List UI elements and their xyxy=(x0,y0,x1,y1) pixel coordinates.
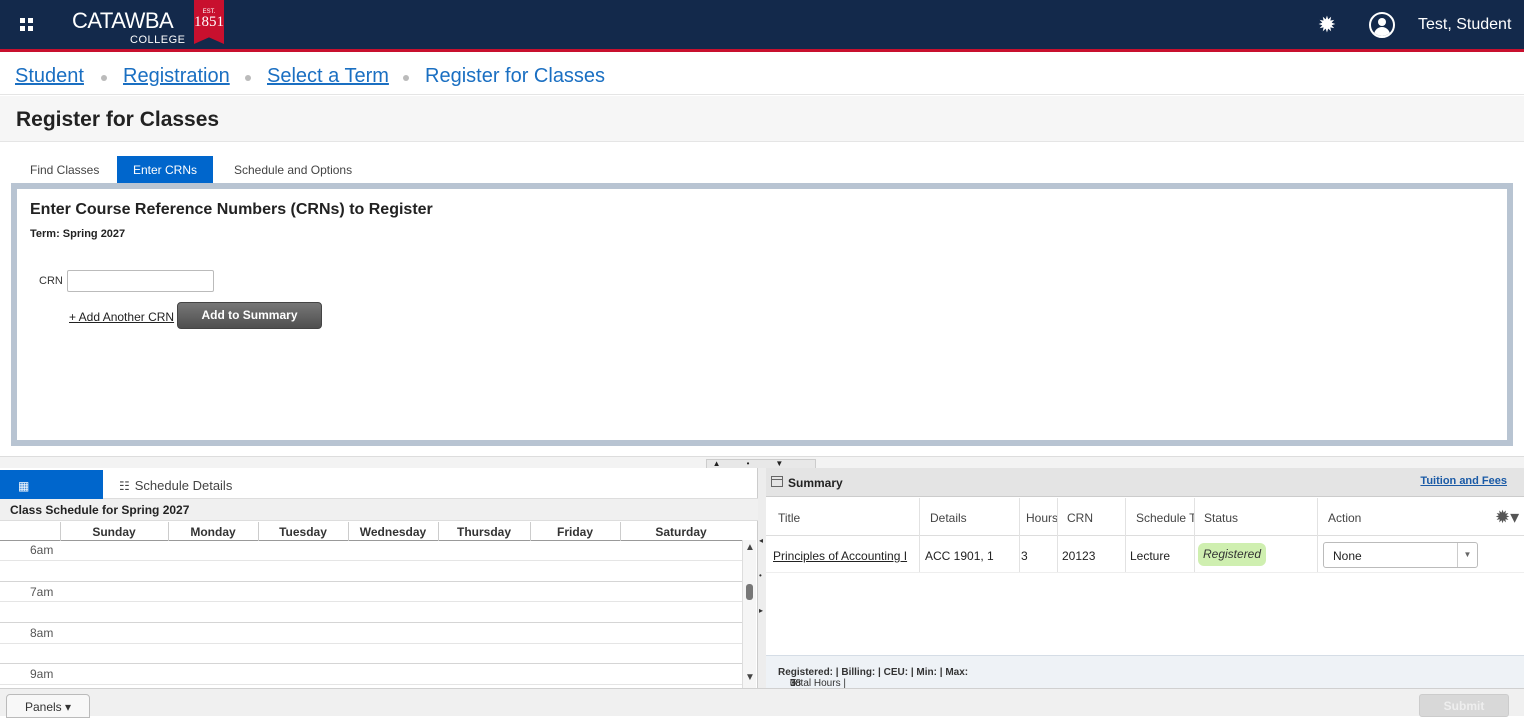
user-avatar-icon[interactable] xyxy=(1369,12,1395,38)
collapse-left-icon[interactable]: ◂ xyxy=(759,536,763,545)
page-title: Register for Classes xyxy=(16,108,220,131)
summary-icon xyxy=(771,476,783,487)
col-status[interactable]: Status xyxy=(1204,511,1238,525)
crn-input[interactable] xyxy=(67,270,214,292)
term-label: Term: Spring 2027 xyxy=(30,228,126,240)
title-bar: Register for Classes xyxy=(0,96,1524,142)
schedule-header: Class Schedule for Spring 2027 xyxy=(0,499,758,521)
crn-panel-title: Enter Course Reference Numbers (CRNs) to… xyxy=(30,201,433,218)
app-grid-icon[interactable] xyxy=(20,18,36,34)
summary-title: Summary xyxy=(788,476,843,490)
hour-6am: 6am xyxy=(30,543,54,557)
pane-divider[interactable]: ◂ • ▸ xyxy=(758,468,766,688)
panels-button[interactable]: Panels ▾ xyxy=(6,694,90,718)
logo-year: 1851 xyxy=(194,14,224,30)
chevron-down-icon[interactable]: ▼ xyxy=(1457,543,1477,567)
col-action[interactable]: Action xyxy=(1328,511,1361,525)
summary-pane: Summary Tuition and Fees Title Details H… xyxy=(766,468,1524,689)
course-crn: 20123 xyxy=(1062,549,1096,563)
crn-entry-panel: Enter Course Reference Numbers (CRNs) to… xyxy=(11,183,1513,446)
schedule-day-headers: Sunday Monday Tuesday Wednesday Thursday… xyxy=(0,522,742,541)
course-hours: 3 xyxy=(1021,549,1028,563)
divider-dot-icon: • xyxy=(759,571,762,580)
logo-subtitle: COLLEGE xyxy=(130,34,186,46)
add-another-crn-link[interactable]: + Add Another CRN xyxy=(69,310,174,324)
logo-est: EST. xyxy=(202,9,216,15)
scroll-up-icon[interactable]: ▲ xyxy=(745,542,755,553)
breadcrumb-select-term[interactable]: Select a Term xyxy=(267,65,389,88)
action-select[interactable]: None ▼ xyxy=(1323,542,1478,568)
course-details: ACC 1901, 1 xyxy=(925,549,994,563)
collapse-right-icon[interactable]: ▸ xyxy=(759,606,763,615)
tab-enter-crns[interactable]: Enter CRNs xyxy=(117,156,214,183)
breadcrumb: Student Registration Select a Term Regis… xyxy=(0,55,1524,95)
hour-8am: 8am xyxy=(30,626,54,640)
day-monday: Monday xyxy=(190,525,236,539)
day-sunday: Sunday xyxy=(92,525,136,539)
breadcrumb-student[interactable]: Student xyxy=(15,65,84,88)
total-hours-text: Total Hours | Registered: 3 | Billing: 3… xyxy=(778,667,969,689)
col-crn[interactable]: CRN xyxy=(1067,511,1093,525)
bottom-bar: Panels ▾ Submit xyxy=(0,688,1524,718)
submit-button[interactable]: Submit xyxy=(1419,694,1509,717)
day-tuesday: Tuesday xyxy=(279,525,327,539)
crn-label: CRN xyxy=(39,275,63,287)
tab-find-classes[interactable]: Find Classes xyxy=(14,156,115,183)
top-nav-bar: CATAWBA COLLEGE EST. 1851 ✹ Test, Studen… xyxy=(0,0,1524,52)
schedule-tabs: ▦Schedule ☷ Schedule Details xyxy=(0,468,758,525)
day-saturday: Saturday xyxy=(655,525,707,539)
hour-9am: 9am xyxy=(30,667,54,681)
course-title-link[interactable]: Principles of Accounting I xyxy=(773,549,907,563)
table-row: Principles of Accounting I ACC 1901, 1 3… xyxy=(766,537,1524,573)
summary-header: Summary Tuition and Fees xyxy=(766,468,1524,497)
hour-7am: 7am xyxy=(30,585,54,599)
breadcrumb-registration[interactable]: Registration xyxy=(123,65,230,88)
day-thursday: Thursday xyxy=(456,525,511,539)
tab-schedule-details[interactable]: ☷ Schedule Details xyxy=(103,470,248,499)
tab-schedule-options[interactable]: Schedule and Options xyxy=(218,156,368,183)
col-schedule-type[interactable]: Schedule Type xyxy=(1136,511,1194,525)
day-wednesday: Wednesday xyxy=(359,525,427,539)
summary-column-headers: Title Details Hours CRN Schedule Type St… xyxy=(766,498,1524,572)
schedule-header-text: Class Schedule for Spring 2027 xyxy=(10,503,190,517)
day-friday: Friday xyxy=(556,525,593,539)
tab-schedule[interactable]: ▦Schedule xyxy=(0,470,103,525)
scroll-thumb[interactable] xyxy=(746,584,753,600)
logo-banner: EST. 1851 xyxy=(194,0,224,44)
action-select-value: None xyxy=(1333,549,1362,563)
logo-name: CATAWBA xyxy=(72,8,174,33)
tuition-fees-link[interactable]: Tuition and Fees xyxy=(1420,475,1507,487)
course-schedule-type: Lecture xyxy=(1130,549,1171,563)
panel-splitter[interactable]: ▲•▼ xyxy=(0,456,1524,469)
schedule-scrollbar[interactable]: ▲ ▼ xyxy=(742,540,756,688)
breadcrumb-current: Register for Classes xyxy=(425,65,606,87)
add-to-summary-button[interactable]: Add to Summary xyxy=(177,302,322,329)
settings-gear-icon[interactable]: ✹ xyxy=(1316,14,1338,36)
status-badge: Registered xyxy=(1198,543,1267,566)
total-hours-bar: Total Hours | Registered: 3 | Billing: 3… xyxy=(766,655,1524,689)
college-logo[interactable]: CATAWBA COLLEGE EST. 1851 xyxy=(72,0,224,46)
col-title[interactable]: Title xyxy=(778,511,800,525)
scroll-down-icon[interactable]: ▼ xyxy=(745,672,755,683)
calendar-icon: ▦ xyxy=(18,479,30,493)
col-hours[interactable]: Hours xyxy=(1026,511,1057,525)
tab-schedule-details-label: Schedule Details xyxy=(134,478,233,493)
summary-settings-gear-icon[interactable]: ✹▾ xyxy=(1495,507,1519,528)
schedule-pane: ▦Schedule ☷ Schedule Details Class Schedu… xyxy=(0,468,758,688)
user-name[interactable]: Test, Student xyxy=(1418,16,1511,34)
list-icon: ☷ xyxy=(119,479,130,493)
col-details[interactable]: Details xyxy=(930,511,967,525)
